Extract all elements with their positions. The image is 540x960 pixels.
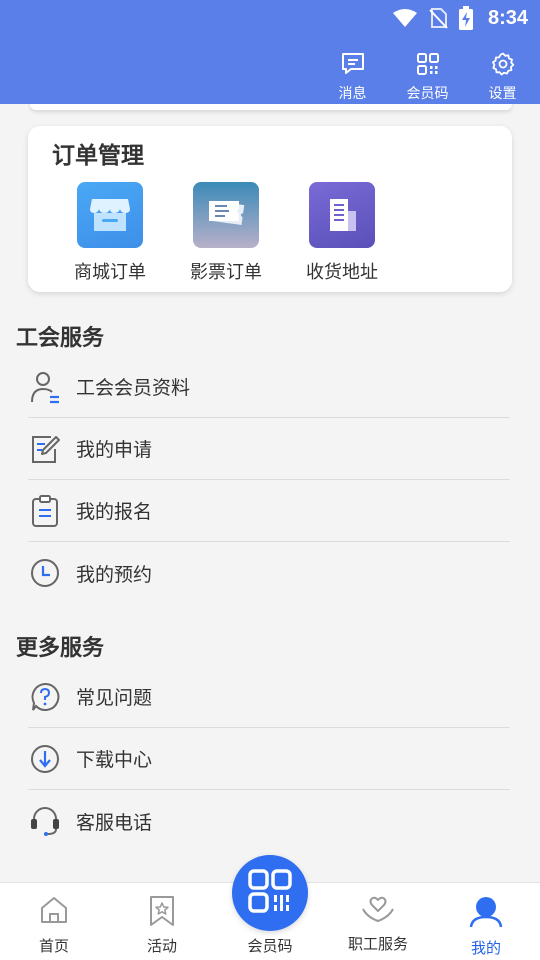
my-applications-label: 我的申请 bbox=[76, 439, 153, 461]
movie-ticket-orders-item[interactable]: 影票订单 bbox=[168, 182, 284, 284]
messages-button[interactable]: 消息 bbox=[315, 52, 390, 104]
mall-orders-label: 商城订单 bbox=[74, 262, 146, 283]
main-content[interactable]: 订单管理 商城订单 影票订单 收货地址 工会服务 工会会员资料 我的申请 我的报… bbox=[0, 104, 540, 882]
question-icon bbox=[28, 680, 62, 714]
store-icon bbox=[77, 182, 143, 248]
nav-home[interactable]: 首页 bbox=[0, 883, 108, 960]
more-services-list: 常见问题 下载中心 客服电话 bbox=[28, 666, 510, 852]
shipping-address-item[interactable]: 收货地址 bbox=[284, 182, 400, 284]
union-services-list: 工会会员资料 我的申请 我的报名 我的预约 bbox=[28, 356, 510, 604]
my-registrations-label: 我的报名 bbox=[76, 501, 153, 523]
status-bar: 8:34 bbox=[392, 0, 540, 36]
header-actions: 消息 会员码 设置 bbox=[315, 52, 540, 104]
nav-employee-services[interactable]: 职工服务 bbox=[324, 883, 432, 960]
customer-service-item[interactable]: 客服电话 bbox=[28, 790, 510, 852]
bookmark-star-icon bbox=[147, 895, 177, 931]
gear-icon bbox=[491, 52, 515, 80]
faq-item[interactable]: 常见问题 bbox=[28, 666, 510, 728]
qr-code-icon bbox=[248, 869, 292, 917]
message-icon bbox=[340, 52, 366, 80]
my-appointments-item[interactable]: 我的预约 bbox=[28, 542, 510, 604]
order-items: 商城订单 影票订单 收货地址 bbox=[52, 182, 400, 284]
member-code-label: 会员码 bbox=[406, 86, 449, 102]
status-time: 8:34 bbox=[487, 6, 528, 29]
download-icon bbox=[28, 742, 62, 776]
download-center-label: 下载中心 bbox=[76, 749, 153, 771]
member-code-fab[interactable] bbox=[232, 855, 308, 931]
user-icon bbox=[469, 895, 503, 933]
movie-ticket-orders-label: 影票订单 bbox=[190, 262, 262, 283]
my-registrations-item[interactable]: 我的报名 bbox=[28, 480, 510, 542]
nav-member-code-label: 会员码 bbox=[247, 937, 293, 955]
clipboard-icon bbox=[28, 494, 62, 528]
faq-label: 常见问题 bbox=[76, 687, 153, 709]
building-icon bbox=[309, 182, 375, 248]
messages-label: 消息 bbox=[338, 86, 367, 102]
nav-mine[interactable]: 我的 bbox=[432, 883, 540, 960]
header-bar: 8:34 消息 会员码 设置 bbox=[0, 0, 540, 104]
settings-label: 设置 bbox=[488, 86, 517, 102]
my-appointments-label: 我的预约 bbox=[76, 563, 153, 586]
union-member-profile-item[interactable]: 工会会员资料 bbox=[28, 356, 510, 418]
union-member-profile-label: 工会会员资料 bbox=[76, 377, 191, 399]
shipping-address-label: 收货地址 bbox=[306, 262, 378, 283]
headset-icon bbox=[28, 804, 62, 838]
wifi-icon bbox=[392, 8, 418, 28]
nav-employee-services-label: 职工服务 bbox=[347, 935, 408, 953]
nav-home-label: 首页 bbox=[38, 937, 69, 955]
my-applications-item[interactable]: 我的申请 bbox=[28, 418, 510, 480]
home-icon bbox=[39, 895, 69, 929]
heart-hands-icon bbox=[361, 895, 395, 929]
previous-card-edge bbox=[30, 104, 512, 110]
edit-form-icon bbox=[28, 432, 62, 466]
no-sim-icon bbox=[428, 7, 448, 29]
customer-service-label: 客服电话 bbox=[76, 811, 153, 834]
battery-charging-icon bbox=[458, 6, 474, 30]
order-management-card: 订单管理 商城订单 影票订单 收货地址 bbox=[28, 126, 512, 292]
nav-mine-label: 我的 bbox=[470, 939, 501, 957]
union-services-title: 工会服务 bbox=[16, 326, 105, 351]
order-management-title: 订单管理 bbox=[52, 143, 144, 169]
member-code-button[interactable]: 会员码 bbox=[390, 52, 465, 104]
settings-button[interactable]: 设置 bbox=[465, 52, 540, 104]
nav-activities[interactable]: 活动 bbox=[108, 883, 216, 960]
qr-code-icon bbox=[416, 52, 440, 80]
clock-icon bbox=[28, 556, 62, 590]
mall-orders-item[interactable]: 商城订单 bbox=[52, 182, 168, 284]
more-services-title: 更多服务 bbox=[16, 636, 105, 661]
download-center-item[interactable]: 下载中心 bbox=[28, 728, 510, 790]
ticket-icon bbox=[193, 182, 259, 248]
member-profile-icon bbox=[28, 370, 62, 404]
nav-activities-label: 活动 bbox=[146, 937, 177, 955]
